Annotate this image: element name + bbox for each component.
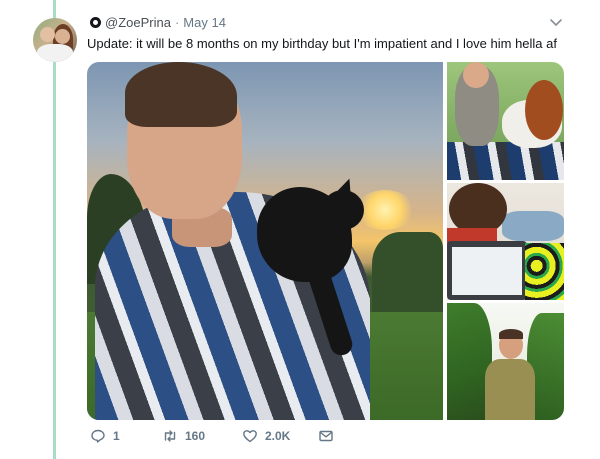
tweet-actions: 1 160 2.0K <box>90 428 334 444</box>
main-photo[interactable] <box>87 62 443 420</box>
media-grid <box>87 62 564 420</box>
photo-thumbnail-3[interactable] <box>447 303 564 420</box>
tweet-header: @ZoePrina · May 14 <box>90 15 226 30</box>
retweet-button[interactable]: 160 <box>162 428 242 444</box>
like-button[interactable]: 2.0K <box>242 428 318 444</box>
reply-button[interactable]: 1 <box>90 428 162 444</box>
like-count: 2.0K <box>265 429 291 443</box>
direct-message-icon <box>319 430 333 442</box>
user-handle[interactable]: @ZoePrina <box>105 15 171 30</box>
retweet-icon <box>164 430 176 442</box>
photo-thumbnail-2[interactable] <box>447 183 564 300</box>
photo-thumbnail-1[interactable] <box>447 62 564 180</box>
verified-badge-icon <box>90 17 101 28</box>
tweet-date[interactable]: May 14 <box>183 15 226 30</box>
header-separator: · <box>174 15 180 30</box>
chevron-down-icon[interactable] <box>548 14 564 30</box>
like-icon <box>243 430 257 443</box>
reply-count: 1 <box>113 429 120 443</box>
retweet-count: 160 <box>185 429 206 443</box>
avatar[interactable] <box>33 18 77 62</box>
direct-message-button[interactable] <box>318 428 334 444</box>
thread-connector-line <box>53 0 56 459</box>
reply-icon <box>91 429 105 443</box>
tweet-text: Update: it will be 8 months on my birthd… <box>87 36 557 51</box>
